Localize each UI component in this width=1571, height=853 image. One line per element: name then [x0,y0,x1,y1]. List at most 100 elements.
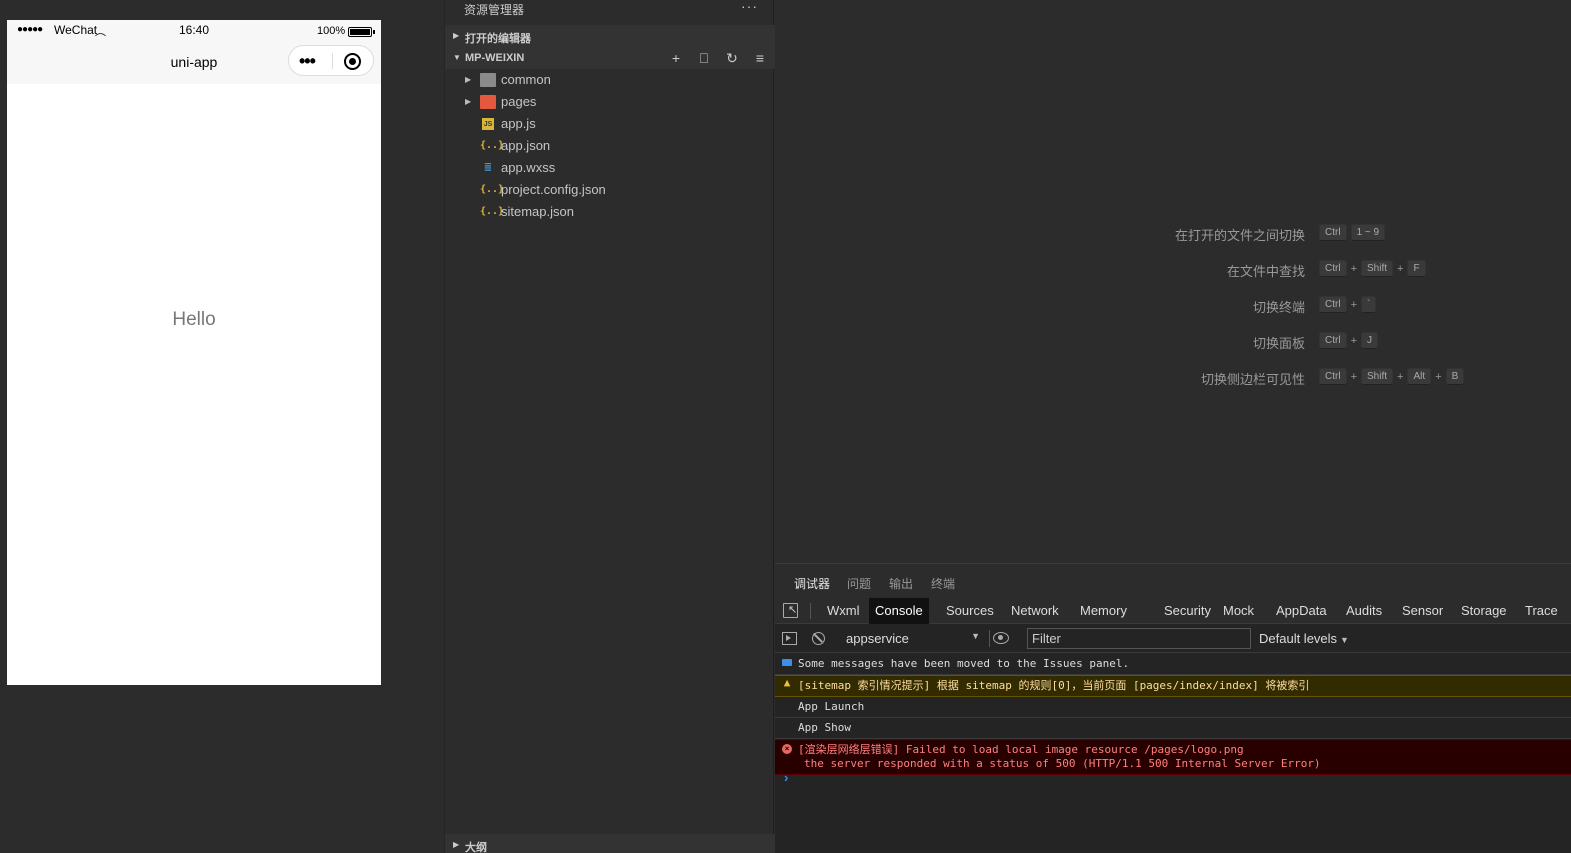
tree-item-label: project.config.json [501,182,606,197]
key-cap: Ctrl [1319,332,1347,349]
tab-terminal[interactable]: 终端 [931,575,955,592]
explorer-title: 资源管理器 [464,3,525,17]
chevron-right-icon: ▶ [453,840,460,849]
tree-item-label: app.js [501,116,536,131]
open-editors-section[interactable]: ▶ 打开的编辑器 [445,25,775,47]
outline-label: 大纲 [465,842,487,853]
key-plus: + [1350,262,1357,275]
info-icon [782,659,792,666]
console-message-log: App Show [775,718,1571,739]
tab-console[interactable]: Console [869,598,929,624]
key-cap: Ctrl [1319,224,1347,241]
error-icon: × [782,744,792,754]
tab-output[interactable]: 输出 [889,575,913,592]
tab-mock[interactable]: Mock [1217,598,1260,624]
shortcut-keys: Ctrl + Shift + F [1319,260,1426,277]
shortcut-label: 在打开的文件之间切换 [1174,228,1305,243]
message-text: Some messages have been moved to the Iss… [798,657,1130,670]
target-icon[interactable] [344,53,361,70]
css-file-icon: ≣ [483,162,493,173]
console-messages: Some messages have been moved to the Iss… [775,654,1571,775]
message-text: [sitemap 索引情况提示] 根据 sitemap 的规则[0]，当前页面 … [798,679,1310,692]
warning-icon: ▲ [783,676,791,689]
chevron-right-icon: ▶ [465,97,472,106]
tree-item-app-js[interactable]: JS app.js [445,113,775,135]
tree-item-pages[interactable]: ▶ pages [445,91,775,113]
tab-appdata[interactable]: AppData [1270,598,1333,624]
tab-sources[interactable]: Sources [940,598,1000,624]
tab-wxml[interactable]: Wxml [821,598,866,624]
battery-icon [348,27,375,37]
more-actions-icon[interactable]: ··· [741,0,758,14]
menu-capsule: ••• [288,45,374,76]
tree-item-label: app.json [501,138,551,153]
devtools-tabs: Wxml Console Sources Network Memory Secu… [775,598,1571,624]
debug-panel: 调试器 问题 输出 终端 Wxml Console Sources Networ… [775,563,1571,853]
shortcut-keys: Ctrl + Shift + Alt + B [1319,368,1465,385]
filter-input[interactable] [1027,628,1251,649]
chevron-right-icon: ▶ [465,75,472,84]
toolbar-divider [989,630,990,647]
new-file-icon[interactable]: + [667,50,685,66]
collapse-all-icon[interactable]: ≡ [751,50,769,66]
tab-audits[interactable]: Audits [1340,598,1388,624]
sidebar-toggle-icon[interactable] [782,632,797,645]
json-file-icon: {..} [480,206,505,217]
new-folder-icon[interactable]: ⎕ [695,50,713,66]
tab-network[interactable]: Network [1005,598,1065,624]
context-select[interactable]: appservice ▼ [846,631,980,646]
tree-item-app-wxss[interactable]: ≣ app.wxss [445,157,775,179]
tab-security[interactable]: Security [1158,598,1217,624]
key-cap: Alt [1407,368,1432,385]
editor-area: 在打开的文件之间切换 Ctrl 1 ~ 9 在文件中查找 Ctrl + Shif… [775,0,1571,563]
log-levels-value: Default levels [1259,631,1338,646]
shortcut-row: 切换终端 Ctrl + ` [775,295,1571,315]
log-levels-select[interactable]: Default levels ▼ [1259,631,1349,646]
shortcut-label: 在文件中查找 [1226,264,1305,279]
tab-debugger[interactable]: 调试器 [794,575,831,600]
open-editors-label: 打开的编辑器 [465,33,531,45]
shortcut-label: 切换终端 [1252,300,1305,315]
tab-memory[interactable]: Memory [1074,598,1133,624]
tab-problems[interactable]: 问题 [847,575,871,592]
live-expression-eye-icon[interactable] [993,632,1009,644]
project-section[interactable]: ▼ MP-WEIXIN + ⎕ ↻ ≡ [445,47,775,69]
tab-trace[interactable]: Trace [1519,598,1564,624]
tree-item-label: app.wxss [501,160,556,175]
shortcut-label: 切换面板 [1252,336,1305,351]
key-cap: Ctrl [1319,296,1347,313]
battery-percent: 100% [317,25,346,37]
shortcut-row: 切换面板 Ctrl + J [775,331,1571,351]
project-label: MP-WEIXIN [465,52,525,64]
console-prompt-icon[interactable]: › [784,770,788,785]
tab-sensor[interactable]: Sensor [1396,598,1449,624]
tree-item-project-config-json[interactable]: {..} project.config.json [445,179,775,201]
inspect-element-icon[interactable] [783,603,798,618]
explorer-panel: 资源管理器 ··· ▶ 打开的编辑器 ▼ MP-WEIXIN + ⎕ ↻ ≡ ▶… [444,0,775,853]
message-text: App Launch [798,700,865,713]
tree-item-app-json[interactable]: {..} app.json [445,135,775,157]
outline-section[interactable]: ▶ 大纲 [445,834,775,853]
refresh-icon[interactable]: ↻ [723,50,741,66]
key-cap: Ctrl [1319,368,1347,385]
key-plus: + [1397,370,1404,383]
message-text: [渲染层网络层错误] Failed to load local image re… [798,743,1244,756]
message-text-detail: the server responded with a status of 50… [804,757,1321,770]
status-bar: ●●●●● WeChat ︵ 16:40 100% [7,20,381,40]
console-message-error: × [渲染层网络层错误] Failed to load local image r… [775,739,1571,775]
clear-console-icon[interactable] [812,632,825,645]
tree-item-label: sitemap.json [501,204,574,219]
key-cap: 1 ~ 9 [1350,224,1386,241]
more-icon[interactable]: ••• [299,51,316,72]
tree-item-sitemap-json[interactable]: {..} sitemap.json [445,201,775,223]
json-file-icon: {..} [480,140,505,151]
key-plus: + [1350,370,1357,383]
panel-tabs: 调试器 问题 输出 终端 [775,564,1571,600]
tree-item-common[interactable]: ▶ common [445,69,775,91]
shortcut-keys: Ctrl + ` [1319,296,1377,313]
chevron-down-icon: ▼ [453,53,461,62]
capsule-divider [332,53,333,69]
dropdown-arrow-icon: ▼ [1340,635,1349,645]
tab-storage[interactable]: Storage [1455,598,1513,624]
key-cap: B [1445,368,1465,385]
